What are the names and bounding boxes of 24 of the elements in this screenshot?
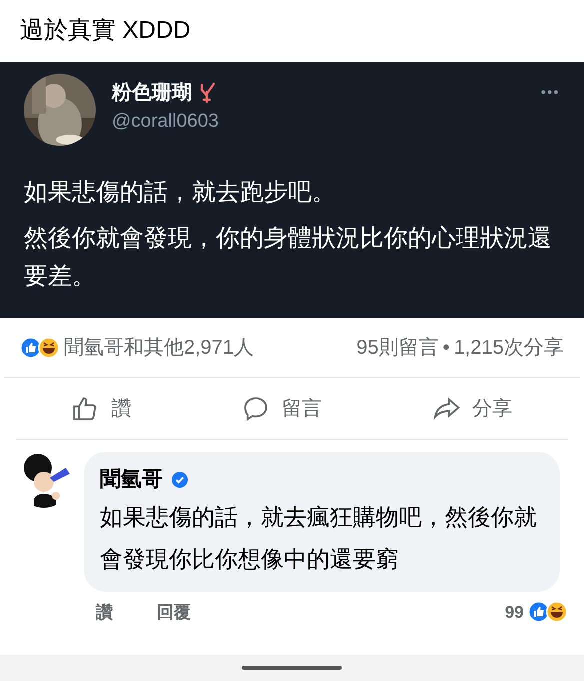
- home-indicator[interactable]: [242, 666, 342, 670]
- share-count[interactable]: 1,215次分享: [454, 332, 564, 362]
- commenter-name[interactable]: 聞氫哥: [100, 464, 163, 496]
- like-reaction-icon: [528, 601, 550, 624]
- separator-dot: •: [442, 336, 450, 360]
- tweet-text: 如果悲傷的話，就去跑步吧。: [24, 178, 337, 208]
- comment-reaction-count: 99: [505, 602, 524, 624]
- comment-action-link[interactable]: 讚: [96, 600, 113, 625]
- action-button[interactable]: 讚: [63, 390, 140, 428]
- comment-count[interactable]: 95則留言: [356, 332, 439, 362]
- action-button[interactable]: 分享: [424, 390, 521, 428]
- tweet-handle: @corall0603: [112, 110, 220, 134]
- laughing-reaction-icon: [546, 601, 568, 624]
- like-reaction-icon: [20, 336, 42, 358]
- more-options[interactable]: •••: [541, 82, 560, 103]
- comment-action-link[interactable]: 回覆: [157, 600, 191, 625]
- tweet-text: 然後你就會發現，你的身體狀況比你的心理狀況還要差。: [24, 224, 553, 292]
- comment-text: 如果悲傷的話，就去瘋狂購物吧，然後你就會發現你比你想像中的還要窮: [100, 502, 538, 574]
- action-button[interactable]: 留言: [234, 390, 330, 428]
- speech-bubble-icon: [242, 394, 270, 422]
- reaction-summary[interactable]: 聞氫哥和其他2,971人: [64, 332, 254, 362]
- tweet-author-name: 粉色珊瑚: [112, 81, 192, 106]
- laughing-reaction-icon: [38, 336, 60, 358]
- post-text: 過於真實 XDDD: [20, 16, 191, 46]
